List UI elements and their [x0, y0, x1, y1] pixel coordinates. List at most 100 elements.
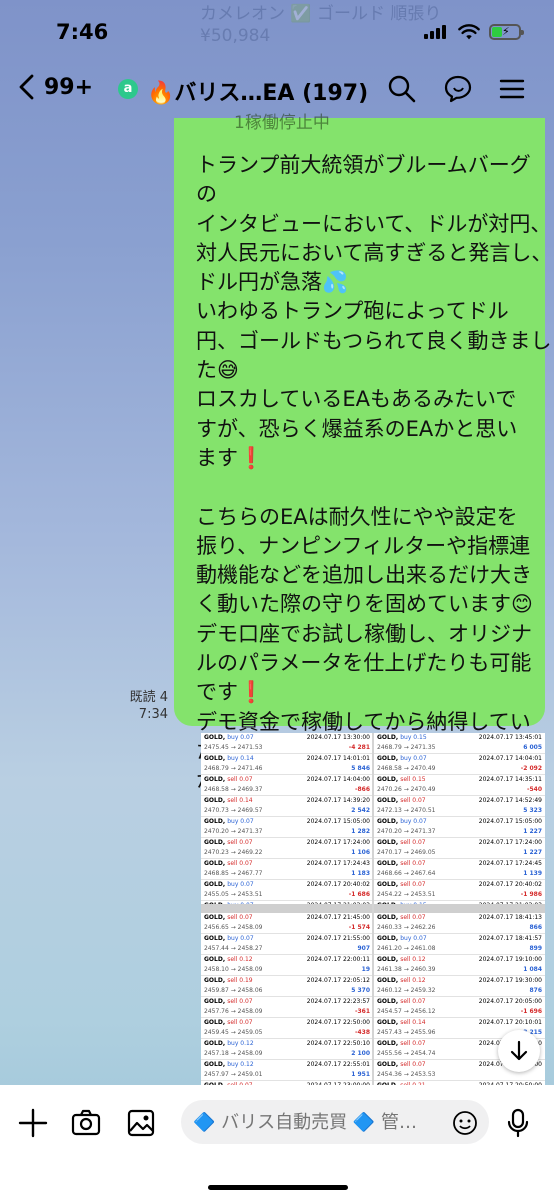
room-title[interactable]: 🔥バリス…EA (197) [147, 75, 368, 107]
trade-price: 2475.45 → 2471.53 [204, 744, 263, 751]
trade-price: 2470.26 → 2470.49 [377, 786, 436, 793]
trade-price: 2460.33 → 2462.26 [377, 924, 436, 931]
trade-date: 2024.07.17 21:45:00 [306, 914, 370, 921]
trade-side: buy 0.07 [400, 818, 427, 825]
message-line: ルのパラメータを仕上げたりも可能 [196, 651, 532, 676]
trade-side: sell 0.07 [227, 839, 253, 846]
trade-side: buy 0.07 [227, 734, 254, 741]
room-badge: a [118, 79, 138, 99]
trade-date: 2024.07.17 18:41:57 [478, 935, 542, 942]
message-line: です❗ [196, 680, 265, 705]
trade-profit: 6 005 [523, 744, 542, 751]
message-line: ロスカしているEAもあるみたいで [196, 387, 517, 412]
trade-date: 2024.07.17 15:05:00 [306, 818, 370, 825]
trade-profit: -1 986 [520, 891, 542, 898]
menu-icon[interactable] [497, 74, 527, 104]
trade-side: sell 0.07 [400, 1040, 426, 1047]
trade-history-image[interactable]: GOLD, buy 0.07 2024.07.17 13:30:00 2475.45… [201, 733, 545, 1085]
trade-price: 2468.85 → 2467.77 [204, 870, 263, 877]
trade-date: 2024.07.17 17:24:45 [478, 860, 542, 867]
trade-symbol: GOLD, [204, 755, 228, 762]
trade-panel-top-right: GOLD, buy 0.15 2024.07.17 13:45:01 2468.79… [374, 733, 545, 922]
trade-symbol: GOLD, [377, 755, 401, 762]
trade-symbol: GOLD, [204, 839, 228, 846]
trade-row: GOLD, sell 0.07 2024.07.17 17:24:00 2470.1… [374, 838, 545, 859]
trade-row: GOLD, sell 0.07 2024.07.17 18:41:13 2460.3… [374, 913, 545, 934]
trade-price: 2457.97 → 2459.01 [204, 1071, 263, 1078]
trade-side: buy 0.15 [400, 734, 427, 741]
trade-profit: 2 542 [351, 807, 370, 814]
scroll-down-button[interactable] [498, 1030, 540, 1072]
trade-price: 2459.45 → 2459.05 [204, 1029, 263, 1036]
trade-symbol: GOLD, [377, 818, 401, 825]
trade-row: GOLD, sell 0.12 2024.07.17 22:00:11 2458.1… [201, 955, 373, 976]
trade-date: 2024.07.17 13:45:01 [478, 734, 542, 741]
trade-price: 2460.12 → 2459.32 [377, 987, 436, 994]
trade-profit: 907 [357, 945, 370, 952]
trade-row: GOLD, buy 0.07 2024.07.17 14:04:01 2468.58… [374, 754, 545, 775]
trade-row: GOLD, sell 0.07 2024.07.17 17:24:43 2468.8… [201, 859, 373, 880]
trade-symbol: GOLD, [377, 956, 401, 963]
trade-symbol: GOLD, [204, 914, 228, 921]
trade-price: 2461.38 → 2460.39 [377, 966, 436, 973]
trade-profit: 1 227 [523, 849, 542, 856]
message-input[interactable] [181, 1100, 489, 1144]
trade-price: 2470.20 → 2471.37 [377, 828, 436, 835]
trade-symbol: GOLD, [377, 839, 401, 846]
trade-symbol: GOLD, [377, 1040, 401, 1047]
trade-price: 2458.10 → 2458.09 [204, 966, 263, 973]
trade-date: 2024.07.17 15:05:00 [478, 818, 542, 825]
trade-price: 2457.44 → 2458.27 [204, 945, 263, 952]
trade-profit: -866 [354, 786, 370, 793]
trade-symbol: GOLD, [204, 776, 228, 783]
trade-price: 2470.20 → 2471.37 [204, 828, 263, 835]
trade-price: 2455.56 → 2454.74 [377, 1050, 436, 1057]
trade-price: 2459.87 → 2458.06 [204, 987, 263, 994]
trade-price: 2470.73 → 2469.57 [204, 807, 263, 814]
trade-profit: -1 696 [520, 1008, 542, 1015]
trade-row: GOLD, sell 0.07 2024.07.17 22:23:57 2457.7… [201, 997, 373, 1018]
trade-side: sell 0.07 [400, 998, 426, 1005]
image-icon[interactable] [125, 1107, 157, 1139]
read-receipt: 既読 4 7:34 [118, 689, 168, 723]
trade-symbol: GOLD, [377, 881, 401, 888]
trade-price: 2455.05 → 2453.51 [204, 891, 263, 898]
trade-profit: -2 092 [520, 765, 542, 772]
message-line: インタビューにおいて、ドルが対円、 [196, 211, 552, 236]
trade-price: 2454.22 → 2453.51 [377, 891, 436, 898]
trade-date: 2024.07.17 17:24:43 [306, 860, 370, 867]
trade-side: sell 0.12 [227, 956, 253, 963]
trade-date: 2024.07.17 14:39:20 [306, 797, 370, 804]
emoji-icon[interactable] [452, 1110, 478, 1136]
trade-panel-top-left: GOLD, buy 0.07 2024.07.17 13:30:00 2475.45… [201, 733, 373, 922]
trade-profit: -361 [354, 1008, 370, 1015]
trade-price: 2457.76 → 2458.09 [204, 1008, 263, 1015]
trade-date: 2024.07.17 17:24:00 [306, 839, 370, 846]
trade-profit: 5 370 [351, 987, 370, 994]
trade-side: sell 0.14 [400, 1019, 426, 1026]
trade-profit: -540 [526, 786, 542, 793]
message-line: ドル円が急落💦 [196, 270, 349, 295]
trade-side: buy 0.07 [400, 935, 427, 942]
trade-profit: -1 686 [348, 891, 370, 898]
background-preview: カメレオン ✅ ゴールド 順張り ¥50,984 [200, 3, 530, 48]
trade-side: sell 0.07 [400, 797, 426, 804]
trade-side: sell 0.07 [227, 860, 253, 867]
message-line: の [196, 182, 217, 207]
trade-row: GOLD, sell 0.07 2024.07.17 21:45:00 2456.6… [201, 913, 373, 934]
trade-date: 2024.07.17 20:05:00 [478, 998, 542, 1005]
chat-icon[interactable] [443, 74, 473, 104]
camera-icon[interactable] [70, 1107, 102, 1139]
trade-side: sell 0.07 [227, 1019, 253, 1026]
back-button[interactable]: 99+ [18, 74, 93, 100]
home-indicator [208, 1185, 348, 1190]
trade-side: buy 0.07 [227, 935, 254, 942]
mic-icon[interactable] [504, 1107, 532, 1139]
trade-profit: 1 106 [351, 849, 370, 856]
plus-icon[interactable] [17, 1107, 49, 1139]
search-icon[interactable] [387, 74, 417, 104]
message-line: ます❗ [196, 445, 265, 470]
trade-price: 2454.57 → 2456.12 [377, 1008, 436, 1015]
trade-row: GOLD, sell 0.07 2024.07.17 20:40:02 2454.2… [374, 880, 545, 901]
message-bubble[interactable]: 1稼働停止中 トランプ前大統領がブルームバーグのインタビューにおいて、ドルが対円… [174, 113, 552, 792]
